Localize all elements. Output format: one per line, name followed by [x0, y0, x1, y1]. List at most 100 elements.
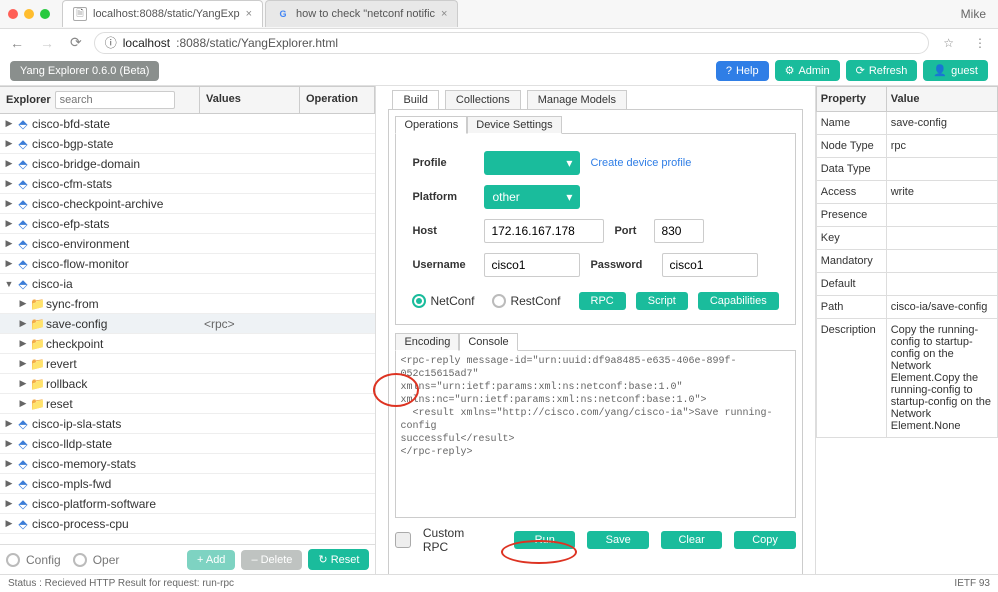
port-input[interactable]	[654, 219, 704, 243]
tree-node-cisco-memory-stats[interactable]: ▶⬘cisco-memory-stats	[0, 454, 375, 474]
browser-tab-2[interactable]: G how to check "netconf notific ×	[265, 0, 458, 27]
tree-node-cisco-cfm-stats[interactable]: ▶⬘cisco-cfm-stats	[0, 174, 375, 194]
twisty-icon[interactable]: ▶	[4, 438, 14, 449]
tree-node-cisco-flow-monitor[interactable]: ▶⬘cisco-flow-monitor	[0, 254, 375, 274]
tree-node-reset[interactable]: ▶📁reset	[0, 394, 375, 414]
tab-manage-models[interactable]: Manage Models	[527, 90, 627, 109]
address-bar[interactable]: ⓘ localhost:8088/static/YangExplorer.htm…	[94, 32, 930, 54]
tree-node-save-config[interactable]: ▶📁save-config<rpc>	[0, 314, 375, 334]
tree-node-cisco-process-cpu[interactable]: ▶⬘cisco-process-cpu	[0, 514, 375, 534]
admin-button[interactable]: ⚙Admin	[775, 60, 840, 81]
app-title[interactable]: Yang Explorer 0.6.0 (Beta)	[10, 61, 159, 81]
run-button[interactable]: Run	[514, 531, 575, 549]
twisty-icon[interactable]: ▶	[18, 358, 28, 369]
twisty-icon[interactable]: ▶	[4, 158, 14, 169]
capabilities-button[interactable]: Capabilities	[698, 292, 779, 310]
add-button[interactable]: + Add	[187, 550, 235, 570]
restconf-radio[interactable]: RestConf	[492, 294, 560, 308]
tree-node-cisco-ia[interactable]: ▼⬘cisco-ia	[0, 274, 375, 294]
twisty-icon[interactable]: ▶	[18, 318, 28, 329]
host-input[interactable]	[484, 219, 604, 243]
twisty-icon[interactable]: ▶	[4, 238, 14, 249]
tree-node-cisco-checkpoint-archive[interactable]: ▶⬘cisco-checkpoint-archive	[0, 194, 375, 214]
favicon-icon: G	[276, 7, 290, 21]
delete-button[interactable]: – Delete	[241, 550, 302, 570]
maximize-window-icon[interactable]	[40, 9, 50, 19]
tab-console[interactable]: Console	[459, 333, 517, 351]
console-output[interactable]: <rpc-reply message-id="urn:uuid:df9a8485…	[395, 350, 795, 518]
platform-select[interactable]: other▾	[484, 185, 580, 209]
window-controls[interactable]	[8, 9, 50, 19]
browser-tab-1[interactable]: 🗎 localhost:8088/static/YangExp ×	[62, 0, 263, 27]
tree-node-rollback[interactable]: ▶📁rollback	[0, 374, 375, 394]
explorer-tree[interactable]: ▶⬘cisco-bfd-state▶⬘cisco-bgp-state▶⬘cisc…	[0, 114, 375, 544]
tree-node-cisco-bfd-state[interactable]: ▶⬘cisco-bfd-state	[0, 114, 375, 134]
config-radio[interactable]	[6, 553, 20, 567]
close-tab-icon[interactable]: ×	[441, 8, 447, 20]
tree-node-cisco-efp-stats[interactable]: ▶⬘cisco-efp-stats	[0, 214, 375, 234]
twisty-icon[interactable]: ▼	[4, 279, 14, 289]
bookmark-icon[interactable]: ☆	[937, 36, 960, 50]
twisty-icon[interactable]: ▶	[4, 138, 14, 149]
twisty-icon[interactable]: ▶	[4, 518, 14, 529]
script-button[interactable]: Script	[636, 292, 688, 310]
twisty-icon[interactable]: ▶	[4, 478, 14, 489]
twisty-icon[interactable]: ▶	[18, 398, 28, 409]
username-input[interactable]	[484, 253, 580, 277]
twisty-icon[interactable]: ▶	[4, 418, 14, 429]
twisty-icon[interactable]: ▶	[4, 198, 14, 209]
node-value[interactable]: <rpc>	[200, 317, 300, 331]
copy-button[interactable]: Copy	[734, 531, 795, 549]
help-button[interactable]: ?Help	[716, 61, 769, 81]
twisty-icon[interactable]: ▶	[18, 338, 28, 349]
tree-node-revert[interactable]: ▶📁revert	[0, 354, 375, 374]
close-window-icon[interactable]	[8, 9, 18, 19]
profile-select[interactable]: ▾	[484, 151, 580, 175]
tree-node-cisco-platform-software[interactable]: ▶⬘cisco-platform-software	[0, 494, 375, 514]
subtab-device-settings[interactable]: Device Settings	[467, 116, 561, 134]
password-input[interactable]	[662, 253, 758, 277]
browser-menu-icon[interactable]: ⋮	[968, 36, 992, 50]
gear-icon: ⚙	[785, 64, 795, 77]
netconf-radio[interactable]: NetConf	[412, 294, 474, 308]
tree-node-cisco-mpls-fwd[interactable]: ▶⬘cisco-mpls-fwd	[0, 474, 375, 494]
minimize-window-icon[interactable]	[24, 9, 34, 19]
twisty-icon[interactable]: ▶	[18, 378, 28, 389]
guest-button[interactable]: 👤guest	[923, 60, 988, 81]
reset-button[interactable]: ↻ Reset	[308, 549, 369, 570]
browser-user[interactable]: Mike	[961, 7, 986, 21]
tree-node-cisco-bgp-state[interactable]: ▶⬘cisco-bgp-state	[0, 134, 375, 154]
custom-rpc-label: Custom RPC	[423, 526, 490, 554]
tab-collections[interactable]: Collections	[445, 90, 521, 109]
close-tab-icon[interactable]: ×	[246, 8, 252, 20]
twisty-icon[interactable]: ▶	[18, 298, 28, 309]
rpc-button[interactable]: RPC	[579, 292, 626, 310]
reload-icon[interactable]: ⟳	[66, 34, 86, 51]
twisty-icon[interactable]: ▶	[4, 458, 14, 469]
twisty-icon[interactable]: ▶	[4, 178, 14, 189]
twisty-icon[interactable]: ▶	[4, 118, 14, 129]
twisty-icon[interactable]: ▶	[4, 218, 14, 229]
tree-node-cisco-ip-sla-stats[interactable]: ▶⬘cisco-ip-sla-stats	[0, 414, 375, 434]
operation-col-header: Operation	[300, 87, 375, 113]
forward-icon[interactable]: →	[36, 35, 58, 51]
tree-node-sync-from[interactable]: ▶📁sync-from	[0, 294, 375, 314]
back-icon[interactable]: ←	[6, 35, 28, 51]
refresh-button[interactable]: ⟳Refresh	[846, 60, 918, 81]
tree-node-checkpoint[interactable]: ▶📁checkpoint	[0, 334, 375, 354]
oper-radio[interactable]	[73, 553, 87, 567]
create-profile-link[interactable]: Create device profile	[590, 157, 691, 169]
tree-node-cisco-environment[interactable]: ▶⬘cisco-environment	[0, 234, 375, 254]
clear-button[interactable]: Clear	[661, 531, 722, 549]
twisty-icon[interactable]: ▶	[4, 258, 14, 269]
tab-encoding[interactable]: Encoding	[395, 333, 459, 351]
search-input[interactable]	[55, 91, 175, 109]
save-button[interactable]: Save	[587, 531, 648, 549]
tab-build[interactable]: Build	[392, 90, 438, 109]
info-icon[interactable]: ⓘ	[105, 34, 117, 51]
tree-node-cisco-lldp-state[interactable]: ▶⬘cisco-lldp-state	[0, 434, 375, 454]
tree-node-cisco-bridge-domain[interactable]: ▶⬘cisco-bridge-domain	[0, 154, 375, 174]
subtab-operations[interactable]: Operations	[395, 116, 467, 134]
custom-rpc-checkbox[interactable]	[395, 532, 410, 548]
twisty-icon[interactable]: ▶	[4, 498, 14, 509]
